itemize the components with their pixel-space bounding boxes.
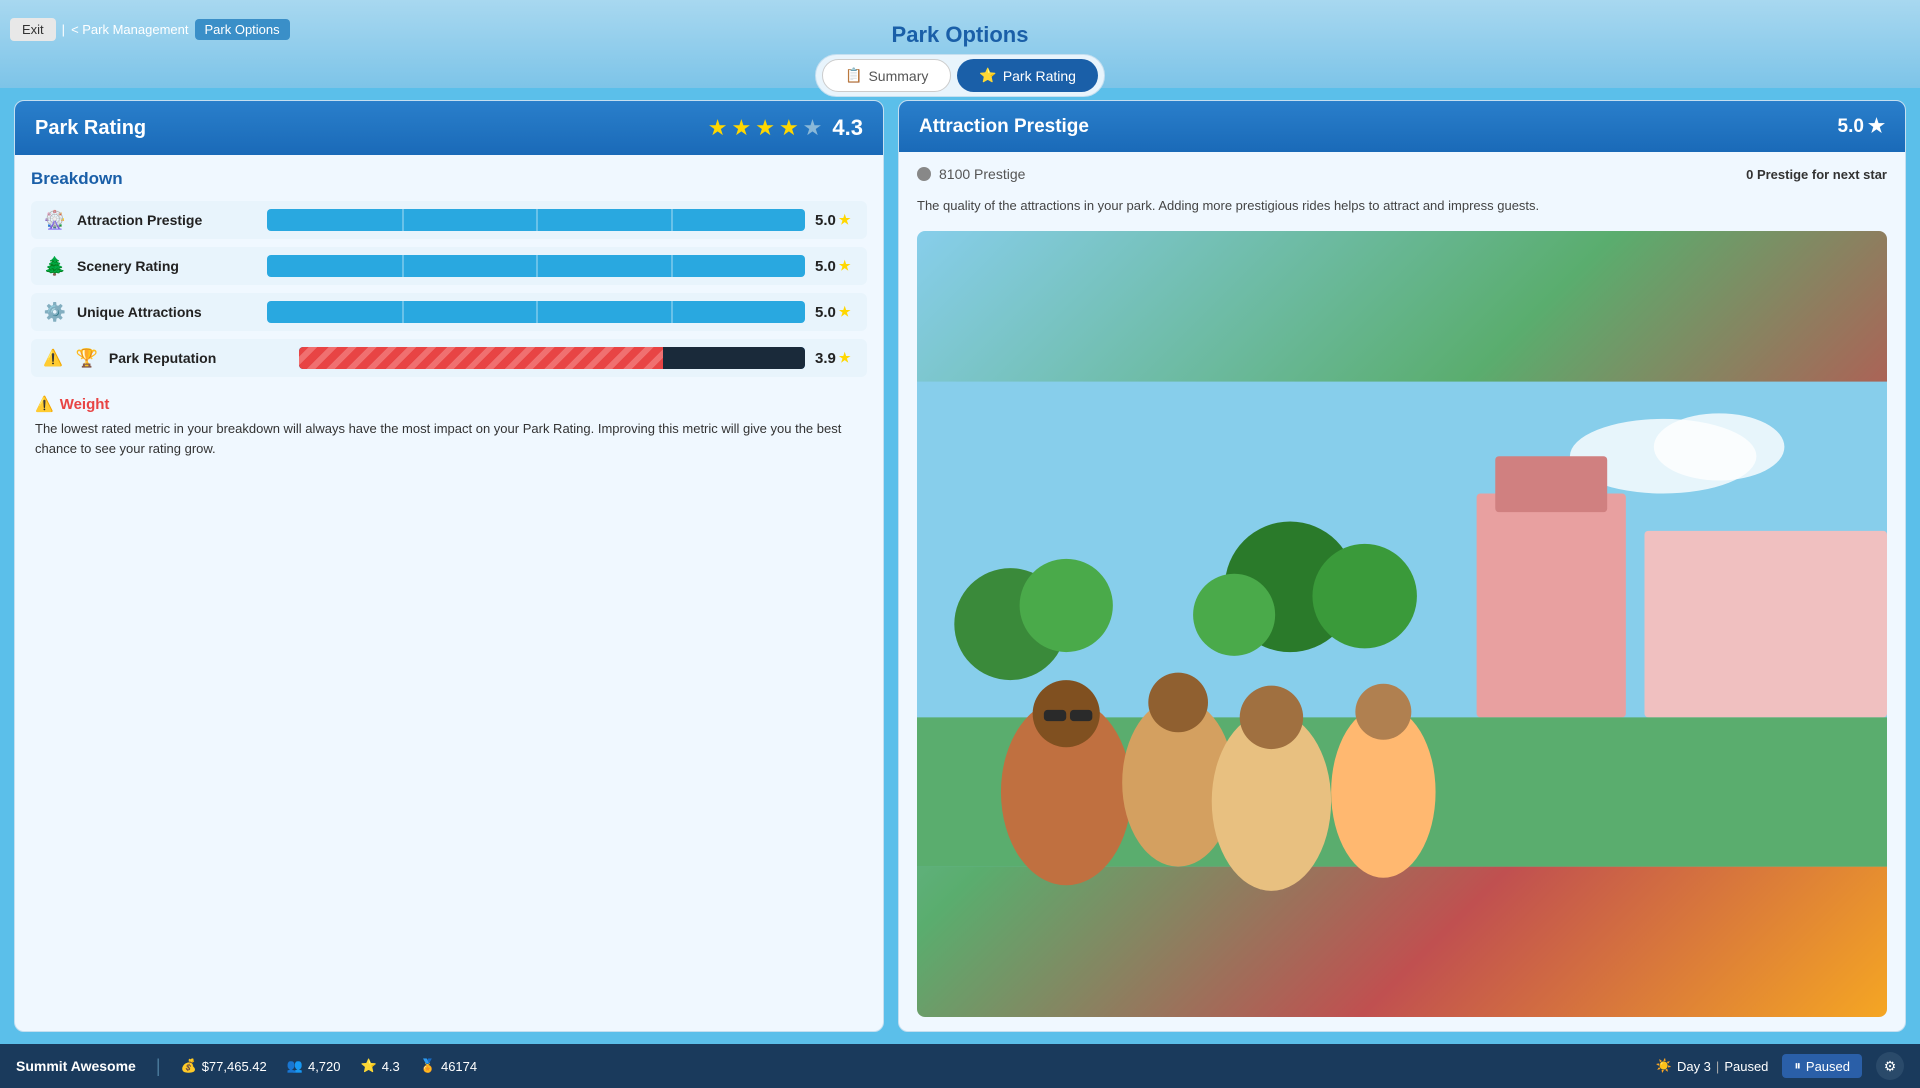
unique-attractions-bar (267, 301, 805, 323)
rating-star-icon: ⭐ (361, 1058, 377, 1074)
attraction-prestige-value: 5.0 ★ (815, 212, 855, 229)
top-nav-area: Exit | < Park Management Park Options Pa… (0, 0, 1920, 88)
unique-attractions-value: 5.0 ★ (815, 304, 855, 321)
attraction-prestige-bar (267, 209, 805, 231)
pause-icon: ⏸ (1794, 1058, 1801, 1074)
settings-button[interactable]: ⚙ (1876, 1052, 1904, 1080)
metric-row-park-reputation[interactable]: ⚠️ 🏆 Park Reputation 3.9 ★ (31, 339, 867, 377)
prestige-description: The quality of the attractions in your p… (917, 196, 1887, 217)
park-rating-icon: ⭐ (979, 67, 996, 84)
left-panel-title: Park Rating (35, 117, 146, 140)
status-guests: 👥 4,720 (287, 1058, 341, 1074)
park-reputation-name: Park Reputation (109, 350, 289, 366)
status-park-name: Summit Awesome (16, 1058, 136, 1074)
unique-attractions-icon: ⚙️ (43, 302, 67, 323)
tab-summary-label: Summary (868, 68, 928, 84)
status-money: 💰 $77,465.42 (181, 1058, 267, 1074)
exit-button[interactable]: Exit (10, 18, 56, 41)
money-icon: 💰 (181, 1058, 197, 1074)
star-4: ★ (779, 115, 799, 141)
right-panel-score: 5.0 ★ (1838, 115, 1885, 138)
status-level: 🏅 46174 (420, 1058, 477, 1074)
prestige-label: 8100 Prestige (939, 166, 1025, 182)
right-panel: Attraction Prestige 5.0 ★ 8100 Prestige … (898, 100, 1906, 1032)
scenery-rating-icon: 🌲 (43, 256, 67, 277)
weight-text: The lowest rated metric in your breakdow… (35, 419, 863, 458)
metric-row-unique-attractions[interactable]: ⚙️ Unique Attractions 5.0 ★ (31, 293, 867, 331)
tab-park-rating[interactable]: ⭐ Park Rating (957, 59, 1098, 92)
status-right: ☀️ Day 3 | Paused ⏸ Paused ⚙ (1656, 1052, 1904, 1080)
park-rating-value: 4.3 (832, 115, 863, 141)
pause-button[interactable]: ⏸ Paused (1782, 1054, 1862, 1078)
weight-title: ⚠️ Weight (35, 395, 863, 413)
breadcrumb: Exit | < Park Management Park Options (10, 18, 290, 41)
park-reputation-value: 3.9 ★ (815, 350, 855, 367)
right-panel-title: Attraction Prestige (919, 116, 1089, 138)
park-reputation-bar (299, 347, 805, 369)
tab-park-rating-label: Park Rating (1003, 68, 1076, 84)
park-image (917, 231, 1887, 1017)
summary-icon: 📋 (845, 67, 862, 84)
right-panel-header: Attraction Prestige 5.0 ★ (899, 101, 1905, 152)
settings-gear-icon: ⚙ (1884, 1058, 1897, 1075)
unique-attractions-name: Unique Attractions (77, 304, 257, 320)
status-bar: Summit Awesome | 💰 $77,465.42 👥 4,720 ⭐ … (0, 1044, 1920, 1088)
left-panel-body: Breakdown 🎡 Attraction Prestige 5.0 (15, 155, 883, 472)
tab-summary[interactable]: 📋 Summary (822, 59, 951, 92)
star-2: ★ (731, 115, 751, 141)
scenery-rating-name: Scenery Rating (77, 258, 257, 274)
scenery-rating-bar (267, 255, 805, 277)
prestige-next-star: 0 Prestige for next star (1746, 167, 1887, 182)
sun-icon: ☀️ (1656, 1058, 1672, 1074)
status-rating: ⭐ 4.3 (361, 1058, 400, 1074)
breakdown-title: Breakdown (31, 169, 867, 189)
left-panel: Park Rating ★ ★ ★ ★ ★ 4.3 Breakdown 🎡 At… (14, 100, 884, 1032)
prestige-left: 8100 Prestige (917, 166, 1025, 182)
prestige-circle-icon (917, 167, 931, 181)
prestige-row: 8100 Prestige 0 Prestige for next star (917, 166, 1887, 182)
park-image-svg (917, 231, 1887, 1017)
status-divider-1: | (156, 1056, 161, 1077)
attraction-prestige-icon: 🎡 (43, 210, 67, 231)
breadcrumb-separator: | (62, 22, 65, 37)
star-3: ★ (755, 115, 775, 141)
left-panel-header: Park Rating ★ ★ ★ ★ ★ 4.3 (15, 101, 883, 155)
park-rating-stars: ★ ★ ★ ★ ★ 4.3 (708, 115, 863, 141)
status-sun-icon-area: ☀️ Day 3 | Paused (1656, 1058, 1769, 1074)
scenery-rating-value: 5.0 ★ (815, 258, 855, 275)
metric-row-scenery-rating[interactable]: 🌲 Scenery Rating 5.0 ★ (31, 247, 867, 285)
main-area: Park Rating ★ ★ ★ ★ ★ 4.3 Breakdown 🎡 At… (0, 88, 1920, 1044)
right-panel-star-icon: ★ (1868, 115, 1885, 138)
park-reputation-icon: 🏆 (75, 348, 99, 369)
page-title: Park Options (892, 22, 1029, 48)
attraction-prestige-name: Attraction Prestige (77, 212, 257, 228)
weight-section: ⚠️ Weight The lowest rated metric in you… (31, 395, 867, 458)
right-panel-body: 8100 Prestige 0 Prestige for next star T… (899, 152, 1905, 1031)
star-1: ★ (708, 115, 728, 141)
breadcrumb-current: Park Options (195, 19, 290, 40)
guests-icon: 👥 (287, 1058, 303, 1074)
star-5: ★ (803, 115, 823, 141)
park-reputation-warning-icon: ⚠️ (43, 348, 63, 368)
weight-warning-icon: ⚠️ (35, 395, 54, 413)
metric-row-attraction-prestige[interactable]: 🎡 Attraction Prestige 5.0 ★ (31, 201, 867, 239)
level-icon: 🏅 (420, 1058, 436, 1074)
park-management-link[interactable]: < Park Management (71, 22, 188, 37)
